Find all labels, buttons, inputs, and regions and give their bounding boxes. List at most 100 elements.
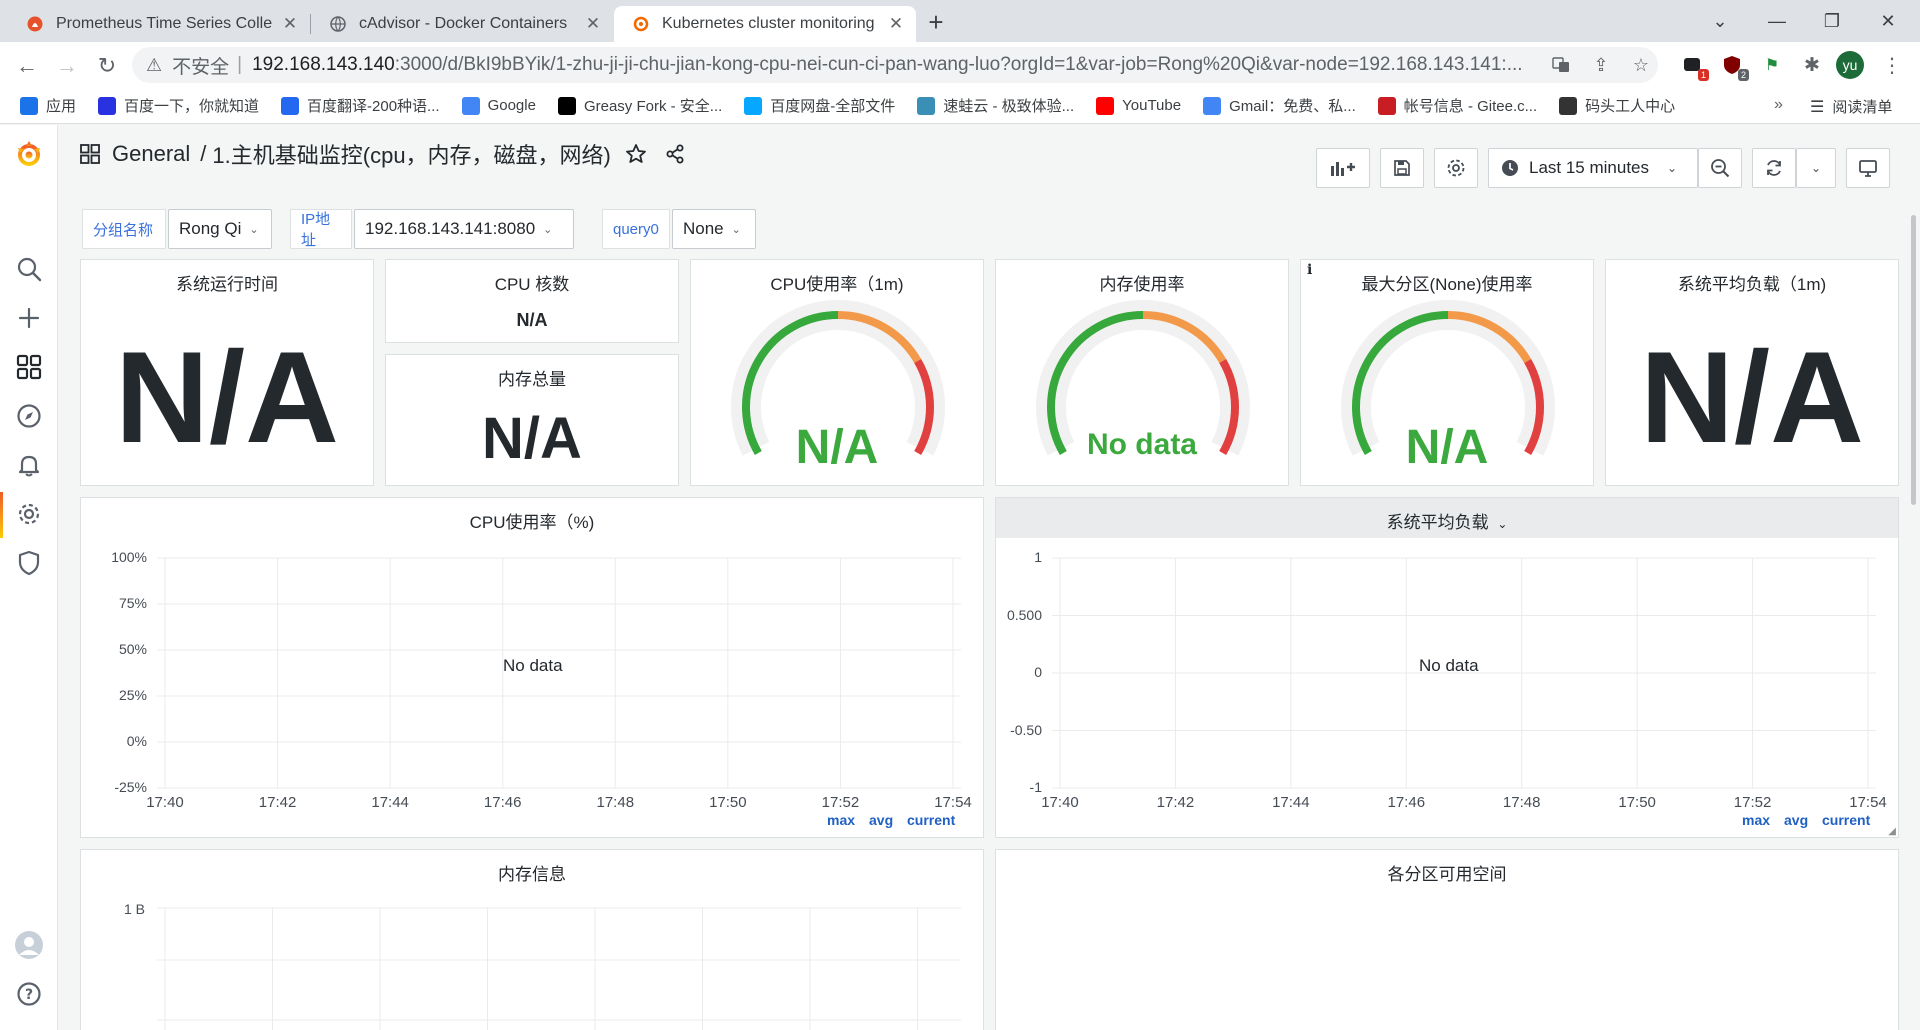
restore-button[interactable]: ❐: [1812, 6, 1852, 36]
share-icon[interactable]: ⇪: [1588, 52, 1614, 78]
bookmark-item[interactable]: Greasy Fork - 安全...: [557, 95, 722, 116]
legend-max[interactable]: max: [1742, 812, 1770, 828]
bookmark-item[interactable]: Gmail：免费、私...: [1203, 95, 1356, 116]
save-dashboard-button[interactable]: [1380, 148, 1424, 188]
legend-avg[interactable]: avg: [869, 812, 893, 828]
gear-configuration-icon[interactable]: [14, 499, 44, 529]
dashboards-grid-icon[interactable]: [14, 352, 44, 382]
scrollbar-thumb[interactable]: [1911, 215, 1916, 505]
reading-list-button[interactable]: ☰ 阅读清单: [1810, 96, 1892, 117]
translate-icon[interactable]: [1548, 52, 1574, 78]
bookmark-item[interactable]: YouTube: [1096, 96, 1182, 115]
x-axis-tick: 17:48: [1502, 794, 1541, 811]
resize-handle-icon[interactable]: ◢: [1888, 826, 1896, 837]
zoom-out-button[interactable]: [1698, 148, 1742, 188]
bookmark-star-icon[interactable]: ☆: [1628, 52, 1654, 78]
share-nodes-icon[interactable]: [665, 144, 685, 164]
forward-arrow-icon[interactable]: →: [52, 51, 82, 81]
security-status: 不安全: [172, 56, 230, 78]
close-window-button[interactable]: ✕: [1868, 6, 1908, 36]
refresh-button[interactable]: [1752, 148, 1796, 188]
grafana-logo-icon[interactable]: [14, 139, 44, 169]
plus-create-icon[interactable]: [14, 303, 44, 333]
legend-current[interactable]: current: [907, 812, 955, 828]
shield-server-admin-icon[interactable]: [14, 548, 44, 578]
zoom-out-magnifier-icon: [1710, 158, 1730, 178]
green-flag-icon[interactable]: ⚑: [1758, 51, 1786, 79]
panel-cpu-gauge[interactable]: CPU使用率（1m) N/A: [690, 259, 984, 486]
kebab-menu-icon[interactable]: ⋮: [1878, 51, 1906, 79]
panel-cpu-graph[interactable]: CPU使用率（%) 100% 75% 50% 25% 0% -25% 17:40 17:42…: [80, 497, 984, 838]
panel-load-graph[interactable]: 系统平均负载 ⌄ 1 0.500 0 -0.50 -1 17:40 17:42 17:44 1…: [995, 497, 1899, 838]
address-bar[interactable]: ⚠ 不安全 | 192.168.143.140 :3000/d/BkI9bBYi…: [132, 47, 1658, 83]
variable-select-group[interactable]: Rong Qi ⌄: [168, 209, 272, 249]
bell-alerting-icon[interactable]: [14, 450, 44, 480]
extension-a-icon[interactable]: 1: [1678, 51, 1709, 81]
bookmark-label: 百度一下，你就知道: [124, 98, 260, 115]
tv-mode-button[interactable]: [1846, 148, 1890, 188]
warning-triangle-icon: ⚠: [146, 54, 163, 75]
bookmark-label: 速蛙云 - 极致体验...: [943, 98, 1075, 115]
chevron-down-icon: ⌄: [1667, 161, 1678, 175]
star-favorite-icon[interactable]: [625, 143, 647, 165]
folder-link[interactable]: General: [112, 141, 190, 167]
svg-text:?: ?: [25, 987, 33, 1003]
close-icon[interactable]: ✕: [280, 14, 300, 34]
dashboard-title[interactable]: 1.主机基础监控(cpu，内存，磁盘，网络): [212, 138, 610, 170]
google-g-icon: [461, 96, 480, 115]
close-icon[interactable]: ✕: [886, 14, 906, 34]
panel-title: CPU 核数: [494, 275, 570, 294]
compass-explore-icon[interactable]: [14, 401, 44, 431]
profile-avatar[interactable]: yu: [1836, 51, 1864, 79]
bookmark-item[interactable]: 速蛙云 - 极致体验...: [917, 95, 1074, 116]
legend-avg[interactable]: avg: [1784, 812, 1808, 828]
bookmark-item[interactable]: 应用: [20, 95, 76, 116]
panel-partition-space[interactable]: 各分区可用空间: [995, 849, 1899, 1030]
bookmarks-overflow-chevron-icon[interactable]: »: [1774, 96, 1783, 114]
panel-mem-gauge[interactable]: 内存使用率 No data: [995, 259, 1289, 486]
bookmark-item[interactable]: 码头工人中心: [1559, 95, 1675, 116]
tab-cadvisor[interactable]: cAdvisor - Docker Containers ✕: [311, 6, 613, 42]
bookmark-item[interactable]: 百度一下，你就知道: [98, 95, 259, 116]
y-axis-tick: -0.50: [1010, 721, 1042, 738]
time-picker-button[interactable]: Last 15 minutes ⌄: [1488, 148, 1698, 188]
baidu-pan-icon: [744, 96, 763, 115]
new-tab-button[interactable]: +: [922, 9, 950, 37]
tab-prometheus[interactable]: Prometheus Time Series Colle ✕: [8, 6, 310, 42]
bookmark-item[interactable]: 百度翻译-200种语...: [281, 95, 440, 116]
panel-max-partition-gauge[interactable]: i 最大分区(None)使用率 N/A: [1300, 259, 1594, 486]
variable-select-ip[interactable]: 192.168.143.141:8080 ⌄: [354, 209, 574, 249]
user-avatar-icon[interactable]: [14, 930, 44, 960]
dashboard-grid-icon: [80, 144, 100, 164]
bookmark-item[interactable]: 百度网盘-全部文件: [744, 95, 895, 116]
legend-current[interactable]: current: [1822, 812, 1870, 828]
bookmark-label: YouTube: [1122, 97, 1182, 114]
bookmark-item[interactable]: 帐号信息 - Gitee.c...: [1377, 95, 1537, 116]
back-arrow-icon[interactable]: ←: [12, 51, 42, 81]
tab-search-chevron-icon[interactable]: ⌄: [1700, 6, 1740, 36]
refresh-interval-dropdown[interactable]: ⌄: [1796, 148, 1836, 188]
minimize-button[interactable]: —: [1757, 6, 1797, 36]
ublock-shield-icon[interactable]: 2: [1718, 51, 1749, 81]
panel-mem-total[interactable]: 内存总量 N/A: [385, 354, 679, 486]
tab-kubernetes-monitoring[interactable]: Kubernetes cluster monitoring ✕: [614, 6, 916, 42]
dashboard-canvas: General / 1.主机基础监控(cpu，内存，磁盘，网络) Last 15…: [58, 125, 1920, 1030]
panel-cpu-cores[interactable]: CPU 核数 N/A: [385, 259, 679, 343]
panel-load-avg[interactable]: 系统平均负载（1m) N/A: [1605, 259, 1899, 486]
reading-list-label: 阅读清单: [1832, 99, 1893, 116]
gear-icon: [1446, 158, 1466, 178]
panel-title: 各分区可用空间: [1387, 865, 1507, 884]
bookmark-item[interactable]: Google: [461, 96, 536, 115]
puzzle-extensions-icon[interactable]: ✱: [1798, 51, 1826, 79]
variable-select-query0[interactable]: None ⌄: [672, 209, 756, 249]
legend-max[interactable]: max: [827, 812, 855, 828]
dashboard-settings-button[interactable]: [1434, 148, 1478, 188]
add-panel-button[interactable]: [1316, 148, 1370, 188]
close-icon[interactable]: ✕: [583, 14, 603, 34]
panel-uptime[interactable]: 系统运行时间 N/A: [80, 259, 374, 486]
reload-icon[interactable]: ↻: [92, 51, 122, 81]
help-question-icon[interactable]: ?: [14, 979, 44, 1009]
panel-mem-info[interactable]: 内存信息 1 B: [80, 849, 984, 1030]
search-icon[interactable]: [14, 254, 44, 284]
variable-value: 192.168.143.141:8080: [365, 219, 536, 238]
